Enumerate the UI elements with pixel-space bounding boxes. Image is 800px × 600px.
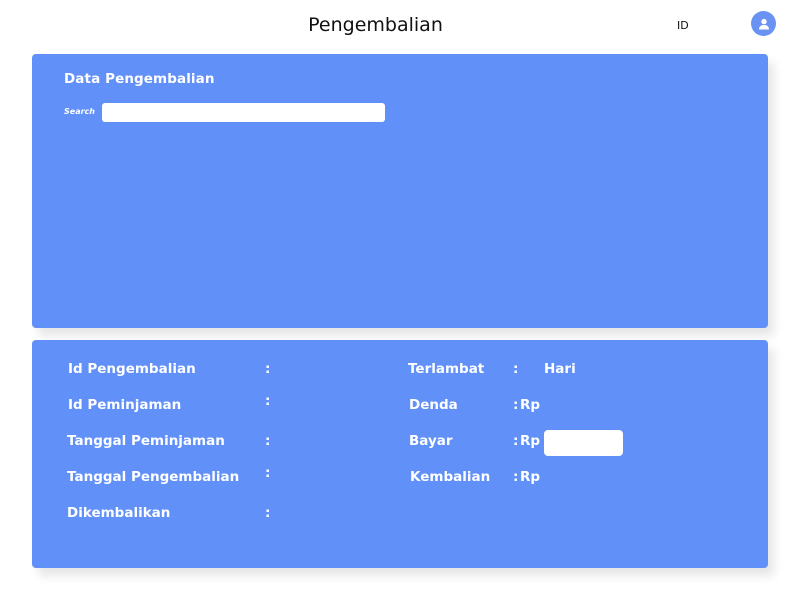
avatar[interactable] (751, 11, 776, 36)
user-id-label: ID (677, 19, 689, 32)
tanggal-pengembalian-label: Tanggal Pengembalian (67, 469, 240, 485)
bayar-label: Bayar (409, 433, 453, 449)
bayar-colon: : (513, 433, 519, 449)
dikembalikan-colon: : (265, 505, 271, 521)
id-pengembalian-label: Id Pengembalian (68, 361, 196, 377)
terlambat-unit: Hari (544, 361, 576, 377)
id-peminjaman-label: Id Peminjaman (68, 397, 182, 413)
detail-form-panel: Id Pengembalian : Id Peminjaman : Tangga… (32, 340, 768, 568)
tanggal-pengembalian-colon: : (265, 465, 271, 481)
id-peminjaman-colon: : (265, 393, 271, 409)
kembalian-colon: : (513, 469, 519, 485)
tanggal-peminjaman-label: Tanggal Peminjaman (67, 433, 225, 449)
denda-colon: : (513, 397, 519, 413)
search-input[interactable] (102, 103, 385, 122)
terlambat-label: Terlambat (408, 361, 485, 377)
page-title: Pengembalian (308, 14, 443, 36)
kembalian-currency: Rp (520, 469, 541, 485)
kembalian-label: Kembalian (410, 469, 491, 485)
denda-label: Denda (409, 397, 458, 413)
denda-currency: Rp (520, 397, 541, 413)
data-panel: Data Pengembalian Search (32, 54, 768, 328)
bayar-currency: Rp (520, 433, 541, 449)
terlambat-colon: : (513, 361, 519, 377)
panel-title: Data Pengembalian (64, 71, 215, 87)
user-icon (757, 17, 771, 31)
tanggal-peminjaman-colon: : (265, 433, 271, 449)
bayar-input[interactable] (544, 430, 623, 456)
search-label: Search (64, 107, 95, 116)
dikembalikan-label: Dikembalikan (67, 505, 171, 521)
id-pengembalian-colon: : (265, 361, 271, 377)
